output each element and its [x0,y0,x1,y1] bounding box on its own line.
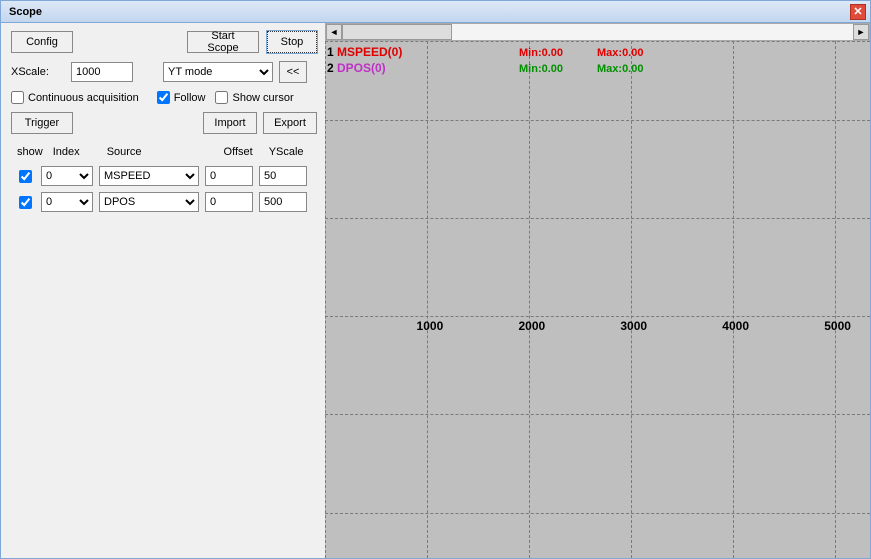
titlebar: Scope ✕ [1,1,870,23]
col-offset: Offset [205,144,257,160]
show-cursor-label: Show cursor [232,92,293,104]
close-icon: ✕ [853,5,862,18]
trace1-name: MSPEED(0) [337,45,402,59]
channel-offset-input[interactable] [205,166,253,186]
table-row: 0 DPOS [13,190,309,214]
trigger-button[interactable]: Trigger [11,112,73,134]
plot-area[interactable]: 1 MSPEED(0) Min:0.00 Max:0.00 2 DPOS(0) … [325,41,870,558]
channel-yscale-input[interactable] [259,192,307,212]
plot-panel: ◄ ► [325,23,870,558]
channel-table: 0 MSPEED 0 DPOS [11,162,311,216]
follow-checkbox[interactable]: Follow [157,91,206,104]
scroll-right-button[interactable]: ► [853,24,869,40]
channel-yscale-input[interactable] [259,166,307,186]
channel-offset-input[interactable] [205,192,253,212]
scroll-thumb[interactable] [342,24,452,40]
col-source: Source [103,144,203,160]
export-button[interactable]: Export [263,112,317,134]
channel-source-select[interactable]: MSPEED [99,166,199,186]
control-panel: Config Start Scope Stop XScale: YT mode … [1,23,325,558]
continuous-acq-label: Continuous acquisition [28,92,139,104]
mode-select[interactable]: YT mode [163,62,273,82]
trace2-name: DPOS(0) [337,61,386,75]
horizontal-scrollbar[interactable]: ◄ ► [325,23,870,41]
window-title: Scope [5,6,42,18]
xscale-label: XScale: [11,66,71,78]
xaxis-tick: 1000 [417,319,444,333]
follow-label: Follow [174,92,206,104]
scroll-track[interactable] [342,24,853,40]
trace1-num: 1 [327,45,334,59]
trace2-min: Min:0.00 [519,61,563,75]
collapse-button[interactable]: << [279,61,307,83]
trace1-max: Max:0.00 [597,45,643,59]
xaxis-tick: 3000 [620,319,647,333]
col-show: show [13,144,47,160]
start-scope-button[interactable]: Start Scope [187,31,259,53]
xscale-input[interactable] [71,62,133,82]
channel-index-select[interactable]: 0 [41,166,93,186]
continuous-acq-checkbox[interactable]: Continuous acquisition [11,91,139,104]
stop-button[interactable]: Stop [267,31,317,53]
channel-index-select[interactable]: 0 [41,192,93,212]
show-cursor-checkbox[interactable]: Show cursor [215,91,293,104]
col-index: Index [49,144,101,160]
channel-show-checkbox[interactable] [19,196,32,209]
config-button[interactable]: Config [11,31,73,53]
close-button[interactable]: ✕ [850,4,866,20]
trace1-min: Min:0.00 [519,45,563,59]
table-row: 0 MSPEED [13,164,309,188]
channels-header: show Index Source Offset YScale [11,142,313,162]
scroll-left-button[interactable]: ◄ [326,24,342,40]
col-yscale: YScale [259,144,311,160]
xaxis-tick: 2000 [518,319,545,333]
trace2-max: Max:0.00 [597,61,643,75]
import-button[interactable]: Import [203,112,257,134]
channel-source-select[interactable]: DPOS [99,192,199,212]
scope-window: Scope ✕ Config Start Scope Stop XScale: … [0,0,871,559]
channel-show-checkbox[interactable] [19,170,32,183]
body: Config Start Scope Stop XScale: YT mode … [1,23,870,558]
xaxis-tick: 5000 [824,319,851,333]
xaxis-tick: 4000 [722,319,749,333]
trace2-num: 2 [327,61,334,75]
